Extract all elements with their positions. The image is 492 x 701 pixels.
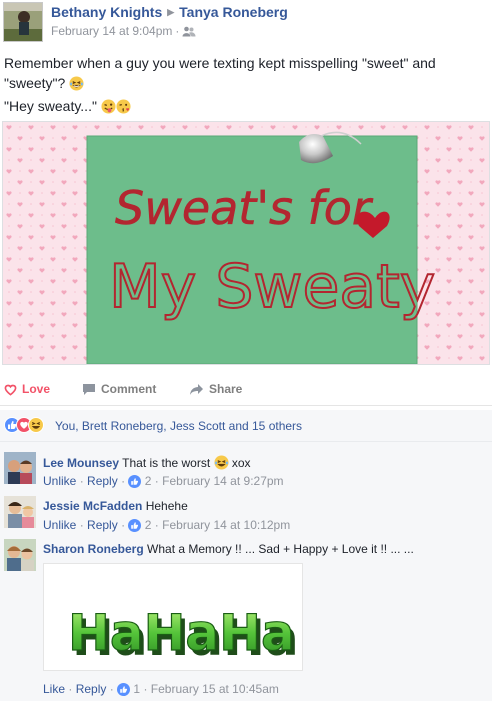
comment-body: Lee Mounsey That is the worst xox xyxy=(43,455,251,473)
comment-body: Sharon Roneberg What a Memory !! ... Sad… xyxy=(43,542,414,556)
haha-reaction-icon xyxy=(28,417,44,433)
post-author-avatar[interactable] xyxy=(3,2,43,42)
reaction-icons[interactable] xyxy=(4,417,54,433)
post-action-bar: Love Comment Share xyxy=(0,376,492,406)
post-photo[interactable]: Sweat's for My Sweaty xyxy=(2,121,490,365)
photo-text-line-2: My Sweaty xyxy=(109,252,435,322)
post-author-name[interactable]: Bethany Knights xyxy=(51,4,162,20)
comment-text-start: That is the worst xyxy=(122,456,211,470)
post-text-line-2: "sweety"? xyxy=(4,75,66,91)
comment-text: What a Memory !! ... Sad + Happy + Love … xyxy=(147,542,414,556)
sep: · xyxy=(121,474,126,488)
love-button[interactable]: Love xyxy=(4,382,50,396)
sep: · xyxy=(109,682,114,696)
comment-author[interactable]: Sharon Roneberg xyxy=(43,542,144,556)
commenter-avatar[interactable] xyxy=(4,496,36,528)
share-arrow-icon xyxy=(190,384,203,395)
post-text-line-3: "Hey sweaty..." xyxy=(4,98,97,114)
comment-text: Hehehe xyxy=(145,499,188,513)
post-target-name[interactable]: Tanya Roneberg xyxy=(179,4,288,20)
comment-actions: Unlike · Reply · 2 · February 14 at 10:1… xyxy=(43,518,290,532)
comment-author[interactable]: Jessie McFadden xyxy=(43,499,142,513)
comment-actions: Unlike · Reply · 2 · February 14 at 9:27… xyxy=(43,474,284,488)
winking-tongue-emoji-icon xyxy=(101,99,116,119)
reactions-bar: You, Brett Roneberg, Jess Scott and 15 o… xyxy=(0,410,492,442)
share-button[interactable]: Share xyxy=(189,382,242,396)
love-label: Love xyxy=(22,382,51,396)
comment-text-end: xox xyxy=(231,456,251,470)
comment-like-count[interactable]: 2 xyxy=(145,474,152,488)
like-link[interactable]: Like xyxy=(43,682,65,696)
arrow-right-icon: ▶ xyxy=(167,7,175,17)
comment-label: Comment xyxy=(101,382,157,396)
comment-like-count[interactable]: 2 xyxy=(145,518,152,532)
like-count-icon[interactable] xyxy=(117,683,131,696)
post-text: Remember when a guy you were texting kep… xyxy=(4,53,488,119)
like-count-icon[interactable] xyxy=(128,519,142,532)
share-label: Share xyxy=(209,382,243,396)
unlike-link[interactable]: Unlike xyxy=(43,474,76,488)
gif-text: HaHaHa xyxy=(68,604,295,662)
reply-link[interactable]: Reply xyxy=(87,474,118,488)
comment-time[interactable]: February 14 at 10:12pm xyxy=(162,518,290,532)
laughing-emoji-icon xyxy=(69,76,84,96)
comment-actions: Like · Reply · 1 · February 15 at 10:45a… xyxy=(43,682,279,696)
post-text-line-3-row: "Hey sweaty..." xyxy=(4,96,488,119)
reply-link[interactable]: Reply xyxy=(87,518,118,532)
heart-outline-icon xyxy=(4,384,17,396)
commenter-avatar[interactable] xyxy=(4,452,36,484)
sep: · xyxy=(68,682,73,696)
unlike-link[interactable]: Unlike xyxy=(43,518,76,532)
sep: · xyxy=(143,682,148,696)
sep: · xyxy=(79,474,84,488)
post-meta: February 14 at 9:04pm · xyxy=(51,24,196,40)
comment-time[interactable]: February 15 at 10:45am xyxy=(151,682,279,696)
sep: · xyxy=(79,518,84,532)
meta-separator: · xyxy=(175,24,180,38)
like-count-icon[interactable] xyxy=(128,475,142,488)
kissing-heart-emoji-icon xyxy=(116,99,131,119)
reply-link[interactable]: Reply xyxy=(76,682,107,696)
post-text-line-1: Remember when a guy you were texting kep… xyxy=(4,55,436,71)
post-names: Bethany Knights ▶ Tanya Roneberg xyxy=(51,4,288,20)
comment-time[interactable]: February 14 at 9:27pm xyxy=(162,474,283,488)
comment-body: Jessie McFadden Hehehe xyxy=(43,499,188,513)
commenter-avatar[interactable] xyxy=(4,539,36,571)
sep: · xyxy=(121,518,126,532)
sep: · xyxy=(154,518,159,532)
friends-icon[interactable] xyxy=(182,26,196,40)
comments-section: Lee Mounsey That is the worst xox Unlike… xyxy=(0,442,492,701)
comment-button[interactable]: Comment xyxy=(82,382,156,396)
sep: · xyxy=(154,474,159,488)
post-timestamp[interactable]: February 14 at 9:04pm xyxy=(51,24,172,38)
comment-bubble-icon xyxy=(83,384,95,395)
reactions-summary[interactable]: You, Brett Roneberg, Jess Scott and 15 o… xyxy=(55,419,302,433)
comment-like-count[interactable]: 1 xyxy=(133,682,140,696)
comment-author[interactable]: Lee Mounsey xyxy=(43,456,119,470)
haha-gif[interactable]: HaHaHa HaHaHa xyxy=(43,563,303,671)
laughing-emoji-icon xyxy=(214,455,229,473)
photo-text-line-1: Sweat's for xyxy=(115,181,374,235)
post-text-line-2-row: "sweety"? xyxy=(4,73,488,96)
post-header: Bethany Knights ▶ Tanya Roneberg February … xyxy=(0,0,492,46)
